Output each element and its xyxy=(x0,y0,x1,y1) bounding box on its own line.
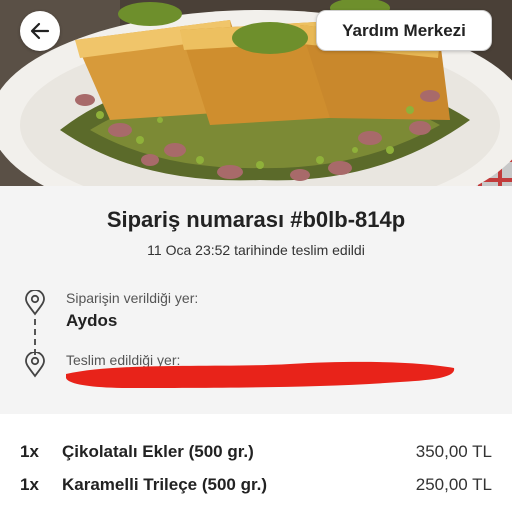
pickup-label: Siparişin verildiği yer: xyxy=(66,290,199,306)
redacted-address xyxy=(66,361,455,388)
location-pin-icon xyxy=(25,352,45,378)
order-number-title: Sipariş numarası #b0lb-814p xyxy=(106,207,406,232)
arrow-left-icon xyxy=(30,22,50,40)
list-item: 1x Çikolatalı Ekler (500 gr.) 350,00 TL xyxy=(0,438,512,468)
back-button[interactable] xyxy=(20,11,60,51)
delivery-date-text: 11 Oca 23:52 tarihinde teslim edildi xyxy=(147,242,365,258)
item-quantity: 1x xyxy=(20,475,39,494)
item-price: 350,00 TL xyxy=(415,442,492,461)
location-pin-icon xyxy=(25,290,45,316)
order-info-panel: Sipariş numarası #b0lb-814p 11 Oca 23:52… xyxy=(0,186,512,414)
item-quantity: 1x xyxy=(20,442,39,461)
item-name: Çikolatalı Ekler (500 gr.) xyxy=(62,442,254,461)
item-name: Karamelli Trileçe (500 gr.) xyxy=(62,475,268,494)
list-item: 1x Karamelli Trileçe (500 gr.) 250,00 TL xyxy=(0,471,512,501)
help-center-button[interactable]: Yardım Merkezi xyxy=(316,10,492,51)
pickup-value: Aydos xyxy=(66,311,118,330)
order-items-list: 1x Çikolatalı Ekler (500 gr.) 350,00 TL … xyxy=(0,414,512,507)
route-dashed-line xyxy=(34,319,36,355)
item-price: 250,00 TL xyxy=(415,475,492,494)
